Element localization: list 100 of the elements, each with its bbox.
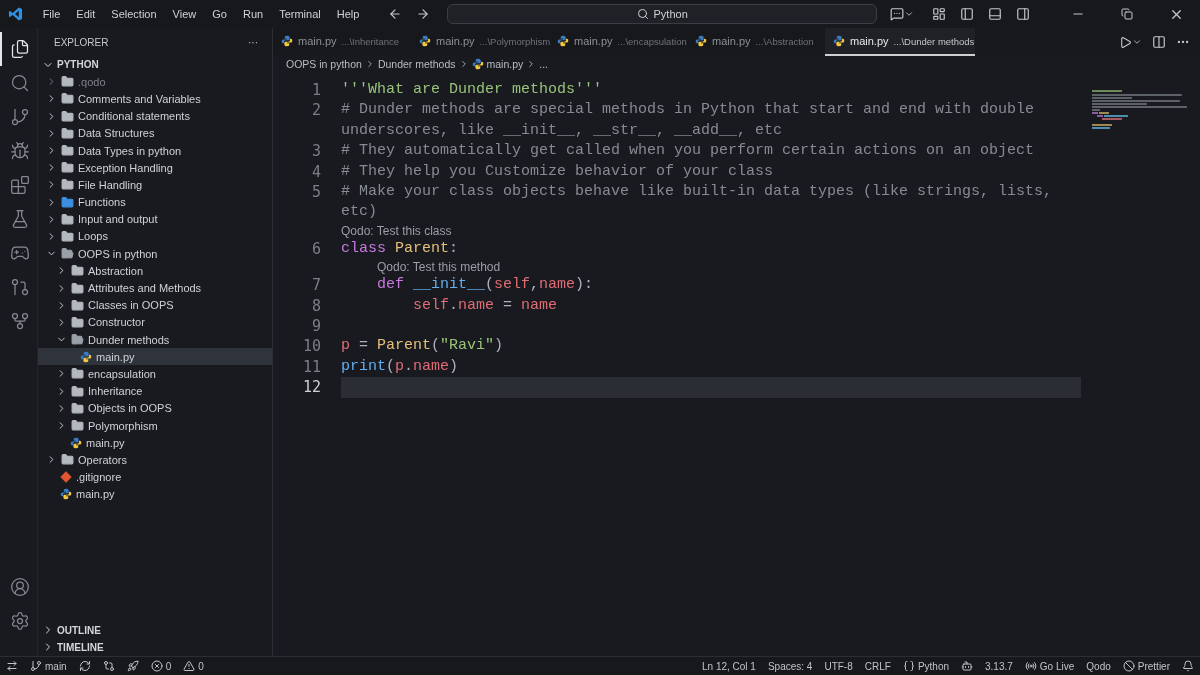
section-header[interactable]: PYTHON bbox=[38, 56, 272, 74]
section-header[interactable]: TIMELINE bbox=[38, 638, 272, 656]
menu-item[interactable]: Help bbox=[330, 8, 366, 20]
folder-icon bbox=[61, 229, 74, 243]
status-item[interactable]: Qodo bbox=[1086, 660, 1111, 672]
status-item[interactable]: CRLF bbox=[864, 660, 891, 672]
tree-item[interactable]: Constructor bbox=[38, 313, 272, 331]
code-line: class Parent: bbox=[341, 238, 460, 259]
editor-tab[interactable]: main.py ...\encapsulation bbox=[549, 28, 687, 56]
tree-item[interactable]: Comments and Variables bbox=[38, 90, 272, 108]
code-lens-link[interactable]: Qodo: Test this class bbox=[341, 222, 1083, 239]
tree-item[interactable]: Inheritance bbox=[38, 382, 272, 400]
status-item[interactable]: 0 bbox=[183, 660, 204, 672]
line-number: 9 bbox=[310, 316, 322, 337]
menu-item[interactable]: File bbox=[36, 8, 67, 20]
chat-icon bbox=[890, 7, 904, 21]
tree-item[interactable]: Attributes and Methods bbox=[38, 279, 272, 297]
code-lens-link[interactable]: Qodo: Test this method bbox=[377, 259, 1083, 276]
menu-item[interactable]: Go bbox=[206, 8, 233, 20]
tree-item[interactable]: Loops bbox=[38, 227, 272, 246]
tree-item[interactable]: Dunder methods bbox=[38, 331, 272, 349]
braces-icon bbox=[902, 660, 915, 672]
tree-item[interactable]: Operators bbox=[38, 451, 272, 469]
tree-item[interactable]: main.py bbox=[38, 348, 272, 366]
split-icon bbox=[1152, 35, 1166, 49]
tree-item[interactable]: Functions bbox=[38, 193, 272, 211]
tree-item[interactable]: Data Types in python bbox=[38, 141, 272, 160]
tree-item[interactable]: .gitignore bbox=[38, 468, 272, 486]
search-field[interactable]: Python bbox=[447, 4, 877, 24]
line-number: 10 bbox=[301, 336, 322, 357]
status-icon-button[interactable] bbox=[126, 660, 139, 672]
folder-icon bbox=[61, 247, 74, 261]
editor-tab[interactable]: main.py ...\Polymorphism bbox=[411, 28, 549, 56]
tree-item[interactable]: encapsulation bbox=[38, 365, 272, 383]
folder-icon bbox=[61, 161, 74, 175]
breadcrumb-item[interactable]: ... bbox=[539, 58, 549, 70]
python-icon bbox=[557, 35, 569, 47]
code-line: # Dunder methods are special methods in Python that start and end with double underscores, like __init__, __str__, __add__, etc bbox=[341, 100, 1036, 141]
status-icon-button[interactable] bbox=[6, 660, 18, 672]
status-icon-button[interactable] bbox=[961, 660, 973, 672]
more-actions-button[interactable]: ··· bbox=[248, 36, 258, 48]
status-item[interactable]: UTF-8 bbox=[824, 660, 853, 672]
tree-item[interactable]: Data Structures bbox=[38, 124, 272, 142]
menu-item[interactable]: Edit bbox=[70, 8, 102, 20]
line-number: 1 bbox=[310, 80, 322, 101]
tree-item[interactable]: Input and output bbox=[38, 210, 272, 228]
copilot-icon bbox=[961, 660, 973, 672]
python-icon bbox=[60, 488, 72, 501]
tree-item[interactable]: .qodo bbox=[38, 73, 272, 91]
status-item[interactable]: Spaces: 4 bbox=[767, 660, 813, 672]
menu-item[interactable]: Run bbox=[236, 8, 270, 20]
status-item[interactable]: main bbox=[30, 660, 67, 672]
tree-item[interactable]: OOPS in python bbox=[38, 245, 272, 263]
status-icon-button[interactable] bbox=[102, 660, 115, 672]
search-icon bbox=[636, 8, 649, 20]
folder-icon bbox=[61, 178, 74, 192]
arrow-right-icon bbox=[416, 7, 431, 21]
folder-icon bbox=[71, 333, 84, 347]
tree-item[interactable]: File Handling bbox=[38, 176, 272, 194]
python-icon bbox=[833, 35, 845, 47]
section-header[interactable]: OUTLINE bbox=[38, 621, 272, 639]
menu-item[interactable]: Selection bbox=[105, 8, 163, 20]
status-item[interactable]: Python bbox=[902, 660, 949, 672]
folder-icon bbox=[61, 126, 74, 140]
menu-item[interactable]: View bbox=[166, 8, 203, 20]
menu-item[interactable]: Terminal bbox=[273, 8, 327, 20]
breadcrumb-item[interactable]: OOPS in python bbox=[286, 58, 362, 70]
tree-item[interactable]: main.py bbox=[38, 485, 272, 503]
folder-icon bbox=[61, 109, 74, 123]
layout-icon bbox=[932, 7, 946, 21]
python-icon bbox=[281, 35, 293, 47]
breadcrumb-item[interactable]: main.py bbox=[486, 58, 524, 70]
tree-item[interactable]: Objects in OOPS bbox=[38, 399, 272, 417]
tree-item[interactable]: Polymorphism bbox=[38, 416, 272, 435]
editor-tab[interactable]: main.py ...\Inheritance bbox=[273, 28, 411, 56]
status-item[interactable]: Ln 12, Col 1 bbox=[702, 660, 756, 672]
line-number: 5 bbox=[310, 182, 322, 204]
tree-item[interactable]: Classes in OOPS bbox=[38, 296, 272, 314]
status-icon-button[interactable] bbox=[1182, 660, 1194, 672]
editor-tab[interactable]: main.py ...\Dunder methods bbox=[825, 28, 975, 56]
editor-tab[interactable]: main.py ...\Abstraction bbox=[687, 28, 825, 56]
status-item[interactable]: 0 bbox=[150, 660, 172, 672]
tree-item[interactable]: Abstraction bbox=[38, 262, 272, 280]
code-line: p = Parent("Ravi") bbox=[341, 336, 505, 357]
line-number: 7 bbox=[310, 275, 322, 296]
status-icon-button[interactable] bbox=[78, 660, 91, 672]
breadcrumb-item[interactable]: Dunder methods bbox=[377, 58, 456, 70]
tree-item[interactable]: main.py bbox=[38, 434, 272, 452]
status-item[interactable]: Go Live bbox=[1024, 660, 1075, 672]
git-icon bbox=[60, 471, 72, 484]
status-item[interactable]: 3.13.7 bbox=[985, 660, 1013, 672]
python-icon bbox=[471, 58, 484, 70]
panel-right-icon bbox=[1016, 7, 1030, 21]
tree-item[interactable]: Exception Handling bbox=[38, 159, 272, 177]
sync-icon bbox=[78, 660, 91, 672]
tree-item[interactable]: Conditional statements bbox=[38, 107, 272, 125]
folder-icon bbox=[61, 144, 74, 158]
status-item[interactable]: Prettier bbox=[1122, 660, 1170, 672]
line-number: 2 bbox=[310, 100, 322, 122]
branch-icon bbox=[30, 660, 42, 672]
